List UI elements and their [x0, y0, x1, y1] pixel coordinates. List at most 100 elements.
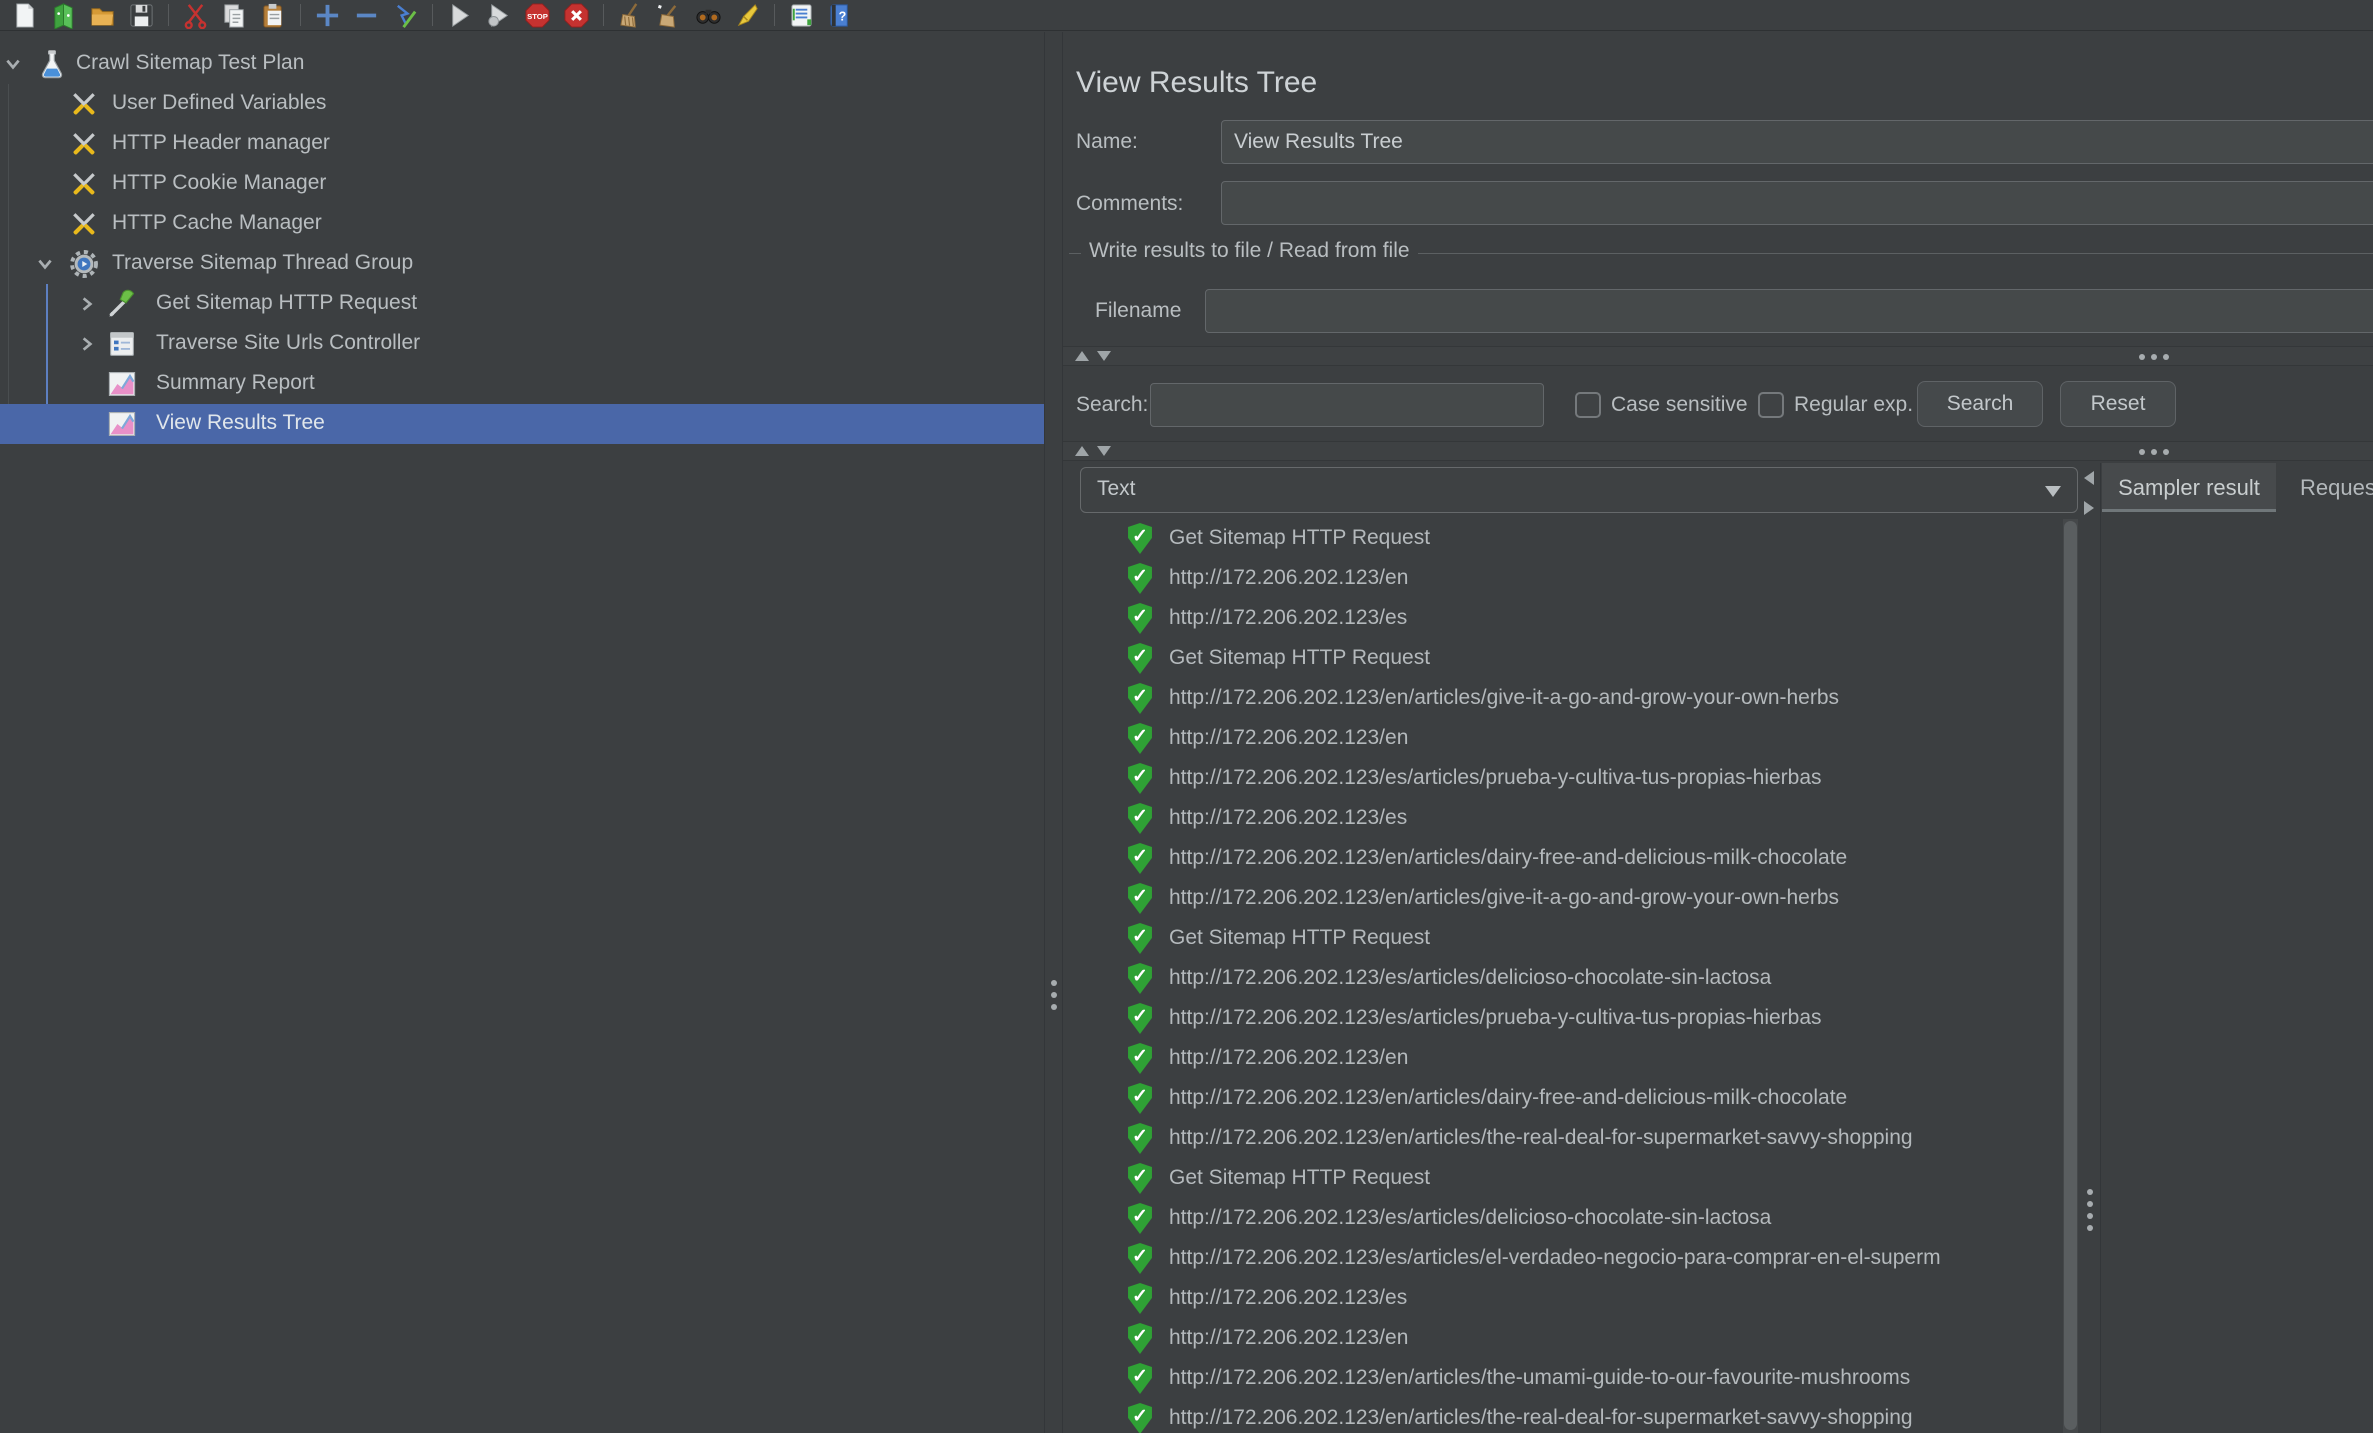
result-row[interactable]: ✓http://172.206.202.123/en: [1063, 1319, 2063, 1359]
results-detail-splitter[interactable]: [2080, 463, 2101, 1433]
splitter-grip[interactable]: [2087, 1189, 2093, 1231]
result-row[interactable]: ✓Get Sitemap HTTP Request: [1063, 639, 2063, 679]
panel-splitter-vertical[interactable]: [1044, 32, 1063, 1433]
tree-item-test-plan[interactable]: Crawl Sitemap Test Plan: [0, 44, 1044, 84]
collapse-right-icon[interactable]: [2084, 501, 2094, 515]
function-helper-icon[interactable]: [782, 1, 821, 29]
result-row[interactable]: ✓http://172.206.202.123/es: [1063, 799, 2063, 839]
success-shield-icon: ✓: [1127, 603, 1153, 634]
chevron-down-icon[interactable]: [4, 55, 22, 73]
tree-item-http-cookie-manager[interactable]: HTTP Cookie Manager: [0, 164, 1044, 204]
name-input[interactable]: [1221, 120, 2373, 164]
result-label: http://172.206.202.123/en: [1169, 566, 1408, 590]
tree-item-http-header-manager[interactable]: HTTP Header manager: [0, 124, 1044, 164]
result-row[interactable]: ✓Get Sitemap HTTP Request: [1063, 1159, 2063, 1199]
search-icon[interactable]: [689, 1, 728, 29]
success-shield-icon: ✓: [1127, 1083, 1153, 1114]
search-button[interactable]: Search: [1917, 381, 2043, 427]
tree-item-user-defined-variables[interactable]: User Defined Variables: [0, 84, 1044, 124]
tree-item-thread-group[interactable]: Traverse Sitemap Thread Group: [0, 244, 1044, 284]
clear-all-icon[interactable]: [650, 1, 689, 29]
new-file-icon[interactable]: [5, 1, 44, 29]
collapse-down-icon[interactable]: [1097, 351, 1111, 361]
start-icon[interactable]: [440, 1, 479, 29]
result-row[interactable]: ✓http://172.206.202.123/en: [1063, 1039, 2063, 1079]
splitter-grip[interactable]: [2139, 449, 2169, 455]
collapse-up-icon[interactable]: [1075, 446, 1089, 456]
reset-button[interactable]: Reset: [2060, 381, 2176, 427]
result-row[interactable]: ✓http://172.206.202.123/es/articles/prue…: [1063, 759, 2063, 799]
tree-item-view-results-tree[interactable]: View Results Tree: [0, 404, 1044, 444]
result-label: http://172.206.202.123/es: [1169, 606, 1407, 630]
chevron-right-icon[interactable]: [78, 295, 96, 313]
success-shield-icon: ✓: [1127, 563, 1153, 594]
clear-icon[interactable]: [611, 1, 650, 29]
result-row[interactable]: ✓http://172.206.202.123/es/articles/deli…: [1063, 959, 2063, 999]
result-row[interactable]: ✓http://172.206.202.123/es/articles/prue…: [1063, 999, 2063, 1039]
tab-request[interactable]: Request: [2276, 463, 2373, 512]
collapse-left-icon[interactable]: [2084, 471, 2094, 485]
result-row[interactable]: ✓http://172.206.202.123/en/articles/give…: [1063, 879, 2063, 919]
result-row[interactable]: ✓ http://172.206.202.123/es: [1063, 599, 2063, 639]
controller-icon: [106, 328, 138, 360]
expand-all-icon[interactable]: [308, 1, 347, 29]
collapse-all-icon[interactable]: [347, 1, 386, 29]
tree-item-traverse-urls-controller[interactable]: Traverse Site Urls Controller: [0, 324, 1044, 364]
result-label: http://172.206.202.123/es/articles/delic…: [1169, 966, 1771, 990]
case-sensitive-checkbox[interactable]: [1575, 392, 1601, 418]
collapse-up-icon[interactable]: [1075, 351, 1089, 361]
search-input[interactable]: [1150, 383, 1544, 427]
results-scrollbar[interactable]: [2063, 519, 2078, 1433]
success-shield-icon: ✓: [1127, 523, 1153, 554]
save-icon[interactable]: [122, 1, 161, 29]
splitter-horizontal[interactable]: [1063, 441, 2373, 461]
tree-item-get-sitemap-request[interactable]: Get Sitemap HTTP Request: [0, 284, 1044, 324]
search-reset-icon[interactable]: [728, 1, 767, 29]
regular-exp-checkbox[interactable]: [1758, 392, 1784, 418]
start-no-timers-icon[interactable]: [479, 1, 518, 29]
result-row[interactable]: ✓http://172.206.202.123/en/articles/the-…: [1063, 1399, 2063, 1433]
result-row[interactable]: ✓http://172.206.202.123/en/articles/the-…: [1063, 1359, 2063, 1399]
result-row[interactable]: ✓http://172.206.202.123/es: [1063, 1279, 2063, 1319]
splitter-grip[interactable]: [1051, 980, 1057, 1010]
result-row[interactable]: ✓http://172.206.202.123/en/articles/dair…: [1063, 1079, 2063, 1119]
splitter-grip[interactable]: [2139, 354, 2169, 360]
result-row[interactable]: ✓http://172.206.202.123/en/articles/dair…: [1063, 839, 2063, 879]
tree-item-summary-report[interactable]: Summary Report: [0, 364, 1044, 404]
open-file-icon[interactable]: [83, 1, 122, 29]
cut-icon[interactable]: [176, 1, 215, 29]
toolbar-separator: [774, 4, 775, 26]
copy-icon[interactable]: [215, 1, 254, 29]
result-row[interactable]: ✓http://172.206.202.123/en/articles/the-…: [1063, 1119, 2063, 1159]
result-row[interactable]: ✓http://172.206.202.123/es/articles/el-v…: [1063, 1239, 2063, 1279]
tab-sampler-result[interactable]: Sampler result: [2102, 463, 2276, 512]
jmeter-window: STOP ? Crawl Sitemap Test Plan User Defi…: [0, 0, 2373, 1433]
success-shield-icon: ✓: [1127, 1243, 1153, 1274]
splitter-horizontal[interactable]: [1063, 346, 2373, 366]
success-shield-icon: ✓: [1127, 1003, 1153, 1034]
result-row[interactable]: ✓Get Sitemap HTTP Request: [1063, 919, 2063, 959]
tree-item-http-cache-manager[interactable]: HTTP Cache Manager: [0, 204, 1044, 244]
chevron-down-icon[interactable]: [36, 255, 54, 273]
shutdown-icon[interactable]: [557, 1, 596, 29]
chevron-right-icon[interactable]: [78, 335, 96, 353]
templates-icon[interactable]: [44, 1, 83, 29]
result-row[interactable]: ✓ http://172.206.202.123/en: [1063, 559, 2063, 599]
result-row[interactable]: ✓http://172.206.202.123/en: [1063, 719, 2063, 759]
filename-input[interactable]: [1205, 289, 2373, 333]
display-mode-dropdown[interactable]: Text: [1080, 467, 2078, 513]
result-label: http://172.206.202.123/en/articles/give-…: [1169, 686, 1839, 710]
result-row[interactable]: ✓Get Sitemap HTTP Request: [1063, 519, 2063, 559]
paste-icon[interactable]: [254, 1, 293, 29]
comments-input[interactable]: [1221, 181, 2373, 225]
toggle-icon[interactable]: [386, 1, 425, 29]
result-row[interactable]: ✓http://172.206.202.123/en/articles/give…: [1063, 679, 2063, 719]
chevron-down-icon: [2045, 486, 2061, 497]
result-label: http://172.206.202.123/en/articles/the-r…: [1169, 1126, 1913, 1150]
scrollbar-thumb[interactable]: [2064, 521, 2077, 1430]
success-shield-icon: ✓: [1127, 923, 1153, 954]
result-row[interactable]: ✓http://172.206.202.123/es/articles/deli…: [1063, 1199, 2063, 1239]
stop-icon[interactable]: STOP: [518, 1, 557, 29]
help-icon[interactable]: ?: [821, 1, 860, 29]
collapse-down-icon[interactable]: [1097, 446, 1111, 456]
